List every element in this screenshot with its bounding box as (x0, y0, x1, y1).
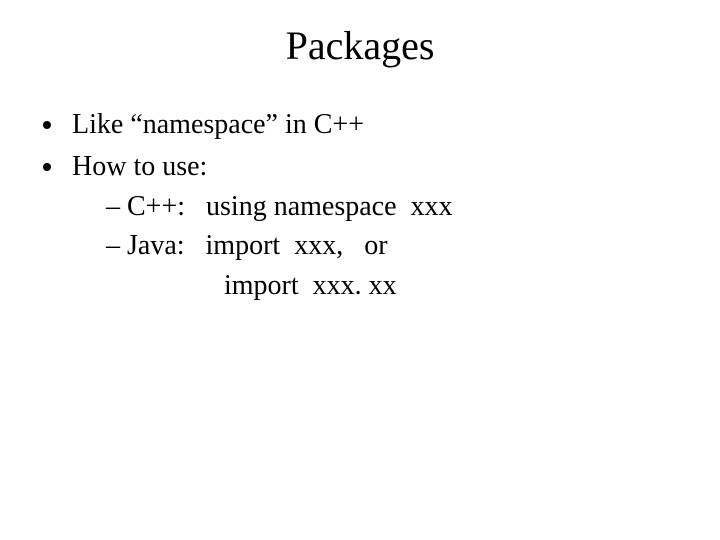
sub-item: – Java: import xxx, or (106, 227, 684, 265)
bullet-list: Like “namespace” in C++ How to use: – C+… (36, 106, 684, 305)
bullet-item: Like “namespace” in C++ (66, 106, 684, 144)
bullet-text: How to use: (72, 151, 207, 182)
slide-body: Like “namespace” in C++ How to use: – C+… (36, 106, 684, 309)
sub-item-continuation: import xxx. xx (106, 267, 684, 305)
bullet-text: Like “namespace” in C++ (72, 109, 364, 140)
bullet-item: How to use: – C++: using namespace xxx –… (66, 148, 684, 305)
slide: Packages Like “namespace” in C++ How to … (0, 0, 720, 540)
sub-item: – C++: using namespace xxx (106, 188, 684, 226)
slide-title: Packages (0, 22, 720, 69)
sub-list: – C++: using namespace xxx – Java: impor… (72, 188, 684, 305)
